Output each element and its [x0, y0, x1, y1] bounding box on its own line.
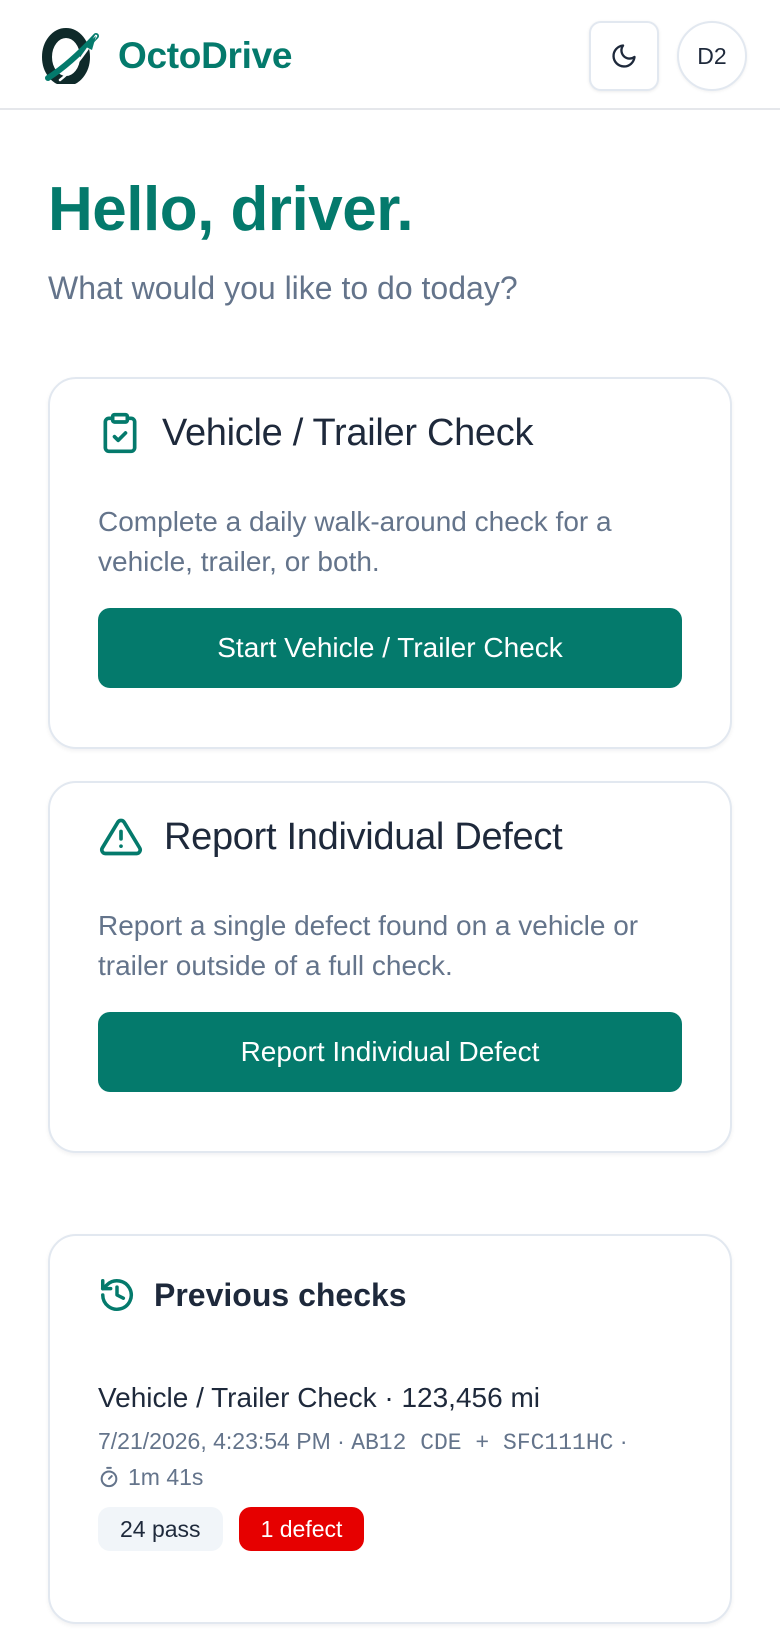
defect-count-badge: 1 defect	[238, 1507, 365, 1551]
stopwatch-icon	[100, 1466, 118, 1488]
report-defect-card: Report Individual Defect Report a single…	[48, 781, 732, 1153]
history-entry-badges: 24 pass 1 defect	[98, 1507, 365, 1551]
history-icon	[101, 1279, 133, 1311]
page-title: Hello, driver.	[48, 175, 414, 244]
history-entry-duration-group: 1m 41s	[98, 1460, 203, 1494]
meta-separator: ·	[619, 1428, 628, 1454]
page-subtitle: What would you like to do today?	[48, 270, 518, 306]
history-entry-meta: 7/21/2026, 4:23:54 PM · AB12 CDE + SFC11…	[98, 1424, 688, 1497]
clipboard-check-icon	[103, 412, 137, 454]
octodrive-logo-icon	[42, 28, 99, 84]
vehicle-check-description: Complete a daily walk-around check for a…	[98, 506, 612, 577]
brand-name: OctoDrive	[118, 35, 293, 76]
history-entry-registration: AB12 CDE + SFC111HC	[351, 1430, 614, 1456]
report-defect-title: Report Individual Defect	[164, 815, 563, 858]
meta-separator: ·	[337, 1428, 345, 1454]
vehicle-check-title-row: Vehicle / Trailer Check	[98, 411, 533, 455]
theme-toggle-button[interactable]	[589, 21, 659, 91]
previous-checks-title: Previous checks	[154, 1276, 407, 1313]
brand[interactable]: OctoDrive	[40, 28, 292, 84]
vehicle-check-card: Vehicle / Trailer Check Complete a daily…	[48, 377, 732, 749]
pass-count-badge: 24 pass	[98, 1507, 223, 1551]
history-entry-datetime: 7/21/2026, 4:23:54 PM	[98, 1428, 331, 1454]
history-entry-title: Vehicle / Trailer Check · 123,456 mi	[98, 1382, 540, 1413]
previous-checks-title-row: Previous checks	[98, 1276, 407, 1314]
warning-triangle-icon	[100, 818, 142, 856]
start-vehicle-check-button[interactable]: Start Vehicle / Trailer Check	[98, 608, 682, 688]
history-entry-duration: 1m 41s	[128, 1464, 204, 1490]
avatar[interactable]: D2	[677, 21, 747, 91]
vehicle-check-title: Vehicle / Trailer Check	[162, 411, 534, 454]
report-defect-button[interactable]: Report Individual Defect	[98, 1012, 682, 1092]
report-defect-description: Report a single defect found on a vehicl…	[98, 910, 639, 981]
moon-icon	[612, 44, 636, 68]
previous-checks-card: Previous checks Vehicle / Trailer Check …	[48, 1234, 732, 1624]
top-bar: OctoDrive D2	[0, 0, 780, 110]
report-defect-title-row: Report Individual Defect	[98, 815, 563, 859]
